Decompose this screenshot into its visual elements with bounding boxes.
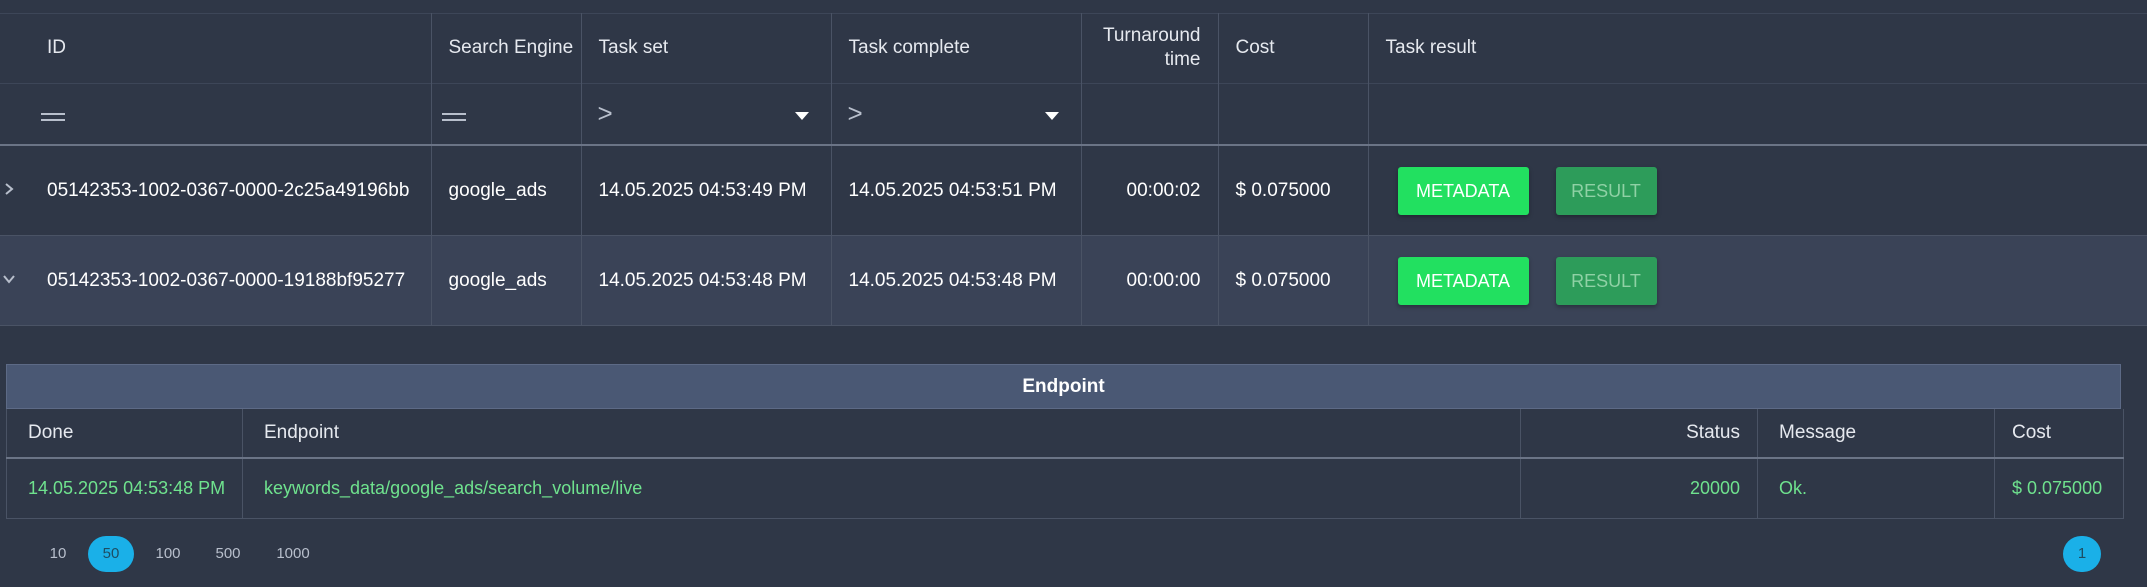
- endpoint-row: 14.05.2025 04:53:48 PM keywords_data/goo…: [6, 458, 2124, 519]
- chevron-right-icon[interactable]: [2, 182, 16, 196]
- result-button[interactable]: RESULT: [1555, 166, 1657, 215]
- task-id: 05142353-1002-0367-0000-2c25a49196bb: [47, 179, 410, 201]
- cell-turnaround: 00:00:02: [1081, 145, 1219, 236]
- column-header-endpoint-cost: Cost: [1994, 409, 2124, 459]
- cell-endpoint: keywords_data/google_ads/search_volume/l…: [242, 458, 1521, 519]
- filter-cost: [1218, 83, 1369, 146]
- page-size-10[interactable]: 10: [44, 536, 72, 572]
- filter-id[interactable]: [0, 83, 432, 146]
- endpoint-panel: Endpoint Done Endpoint Status Message Co…: [6, 364, 2124, 519]
- column-header-task-set[interactable]: Task set: [581, 13, 832, 84]
- cell-endpoint-cost: $ 0.075000: [1994, 458, 2124, 519]
- cell-search-engine: google_ads: [431, 235, 582, 326]
- filter-search-engine[interactable]: [431, 83, 582, 146]
- task-id: 05142353-1002-0367-0000-19188bf95277: [47, 269, 406, 291]
- caret-down-icon[interactable]: [1044, 112, 1059, 120]
- endpoint-table: Done Endpoint Status Message Cost 14.05.…: [6, 409, 2124, 519]
- filter-row: > >: [0, 83, 2147, 146]
- equals-icon[interactable]: [441, 113, 466, 121]
- metadata-button[interactable]: METADATA: [1397, 256, 1529, 305]
- endpoint-header-row: Done Endpoint Status Message Cost: [6, 409, 2124, 459]
- tasks-table: ID Search Engine Task set Task complete …: [0, 13, 2147, 326]
- cell-turnaround: 00:00:00: [1081, 235, 1219, 326]
- cell-done: 14.05.2025 04:53:48 PM: [6, 458, 243, 519]
- page-size-100[interactable]: 100: [151, 536, 185, 572]
- chevron-down-icon[interactable]: [2, 272, 16, 286]
- page-size-500[interactable]: 500: [211, 536, 245, 572]
- column-header-turnaround-time[interactable]: Turnaround time: [1081, 13, 1219, 84]
- cell-task-result: METADATA RESULT: [1368, 235, 2147, 326]
- filter-task-complete[interactable]: >: [831, 83, 1082, 146]
- turnaround-label-line1: Turnaround: [1102, 25, 1201, 46]
- result-button[interactable]: RESULT: [1555, 256, 1657, 305]
- column-header-task-result: Task result: [1385, 37, 1477, 58]
- caret-down-icon[interactable]: [794, 112, 809, 120]
- column-header-cost[interactable]: Cost: [1218, 13, 1369, 84]
- cell-task-set: 14.05.2025 04:53:48 PM: [581, 235, 832, 326]
- column-header-task-complete[interactable]: Task complete: [831, 13, 1082, 84]
- pagination: 10 50 100 500 1000 1: [0, 536, 2147, 572]
- cell-cost: $ 0.075000: [1218, 235, 1369, 326]
- page-size-50[interactable]: 50: [88, 536, 134, 572]
- filter-task-set[interactable]: >: [581, 83, 832, 146]
- cell-message: Ok.: [1757, 458, 1995, 519]
- column-header-done: Done: [6, 409, 243, 459]
- cell-status: 20000: [1520, 458, 1758, 519]
- filter-task-result: [1368, 83, 2147, 146]
- cell-id: 05142353-1002-0367-0000-19188bf95277: [0, 235, 432, 326]
- page-size-1000[interactable]: 1000: [272, 536, 314, 572]
- column-header-message: Message: [1757, 409, 1995, 459]
- column-header-status: Status: [1520, 409, 1758, 459]
- column-header-search-engine[interactable]: Search Engine: [431, 13, 582, 84]
- metadata-button[interactable]: METADATA: [1397, 166, 1529, 215]
- cell-search-engine: google_ads: [431, 145, 582, 236]
- filter-turnaround: [1081, 83, 1219, 146]
- column-header-endpoint: Endpoint: [242, 409, 1521, 459]
- endpoint-panel-title: Endpoint: [6, 364, 2121, 409]
- turnaround-label-line2: time: [1164, 49, 1201, 70]
- cell-task-complete: 14.05.2025 04:53:51 PM: [831, 145, 1082, 236]
- column-header-id[interactable]: ID: [0, 13, 432, 84]
- cell-task-result: METADATA RESULT: [1368, 145, 2147, 236]
- cell-task-set: 14.05.2025 04:53:49 PM: [581, 145, 832, 236]
- equals-icon[interactable]: [41, 113, 65, 121]
- greater-than-operator[interactable]: >: [598, 98, 613, 129]
- table-row[interactable]: 05142353-1002-0367-0000-2c25a49196bb goo…: [0, 145, 2147, 236]
- cell-id: 05142353-1002-0367-0000-2c25a49196bb: [0, 145, 432, 236]
- table-header-row: ID Search Engine Task set Task complete …: [0, 13, 2147, 84]
- table-row[interactable]: 05142353-1002-0367-0000-19188bf95277 goo…: [0, 235, 2147, 326]
- greater-than-operator[interactable]: >: [848, 98, 863, 129]
- cell-task-complete: 14.05.2025 04:53:48 PM: [831, 235, 1082, 326]
- cell-cost: $ 0.075000: [1218, 145, 1369, 236]
- page-number-button[interactable]: 1: [2063, 536, 2101, 572]
